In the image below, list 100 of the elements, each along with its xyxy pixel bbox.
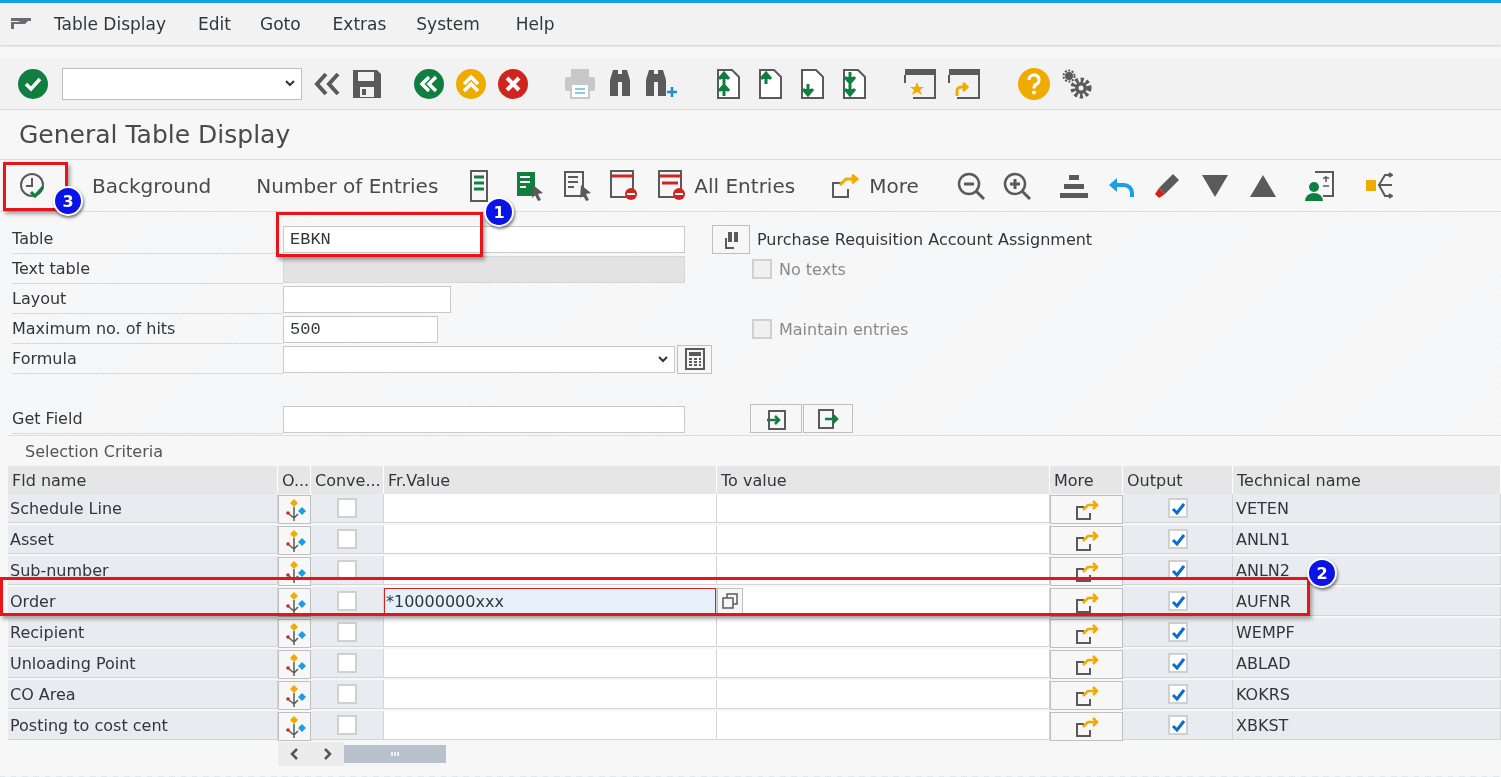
scrollbar-thumb[interactable] (344, 745, 446, 763)
multiple-selection-button[interactable] (1050, 619, 1123, 648)
selection-options-button[interactable] (278, 650, 311, 679)
checkbox[interactable] (1167, 529, 1188, 549)
checkbox[interactable] (1167, 653, 1188, 673)
back-icon[interactable] (414, 68, 444, 99)
menu-item[interactable]: Table Display (54, 14, 183, 34)
selection-options-button[interactable] (278, 681, 311, 710)
column-header[interactable]: Fr.Value (388, 470, 451, 490)
multiple-selection-button[interactable] (1050, 526, 1123, 555)
checkbox[interactable] (337, 529, 357, 549)
input-field[interactable]: 500 (283, 315, 438, 343)
zoom-out-icon[interactable] (956, 171, 985, 200)
branch-icon[interactable] (1364, 172, 1393, 199)
menu-item[interactable]: Edit (198, 14, 247, 34)
gears-icon[interactable] (1062, 68, 1092, 99)
delete-entry-icon[interactable] (610, 170, 639, 201)
export-arrow-icon (1074, 591, 1099, 614)
number-of-entries-button[interactable]: Number of Entries (256, 173, 439, 198)
checkbox[interactable] (1167, 591, 1188, 611)
checkbox[interactable] (337, 684, 357, 704)
menu-item[interactable]: Extras (332, 14, 403, 34)
chevron-right-icon (323, 748, 332, 760)
export-arrow-icon[interactable] (831, 172, 860, 199)
select-all-icon[interactable] (516, 170, 545, 201)
delete-all-icon[interactable] (658, 170, 687, 201)
check-circle-icon[interactable] (18, 68, 48, 99)
calculator-button[interactable] (677, 344, 712, 374)
input-field[interactable]: EBKN (283, 225, 685, 253)
input-field[interactable]: *10000000xxx (384, 587, 716, 615)
export-icon (817, 407, 839, 430)
checkbox[interactable] (337, 560, 357, 580)
command-field[interactable] (62, 67, 302, 100)
list-icon[interactable] (468, 169, 491, 202)
window-star-icon[interactable] (904, 67, 936, 100)
export-arrow-icon (1074, 684, 1099, 707)
multiple-selection-button[interactable] (717, 587, 743, 615)
multiple-selection-button[interactable] (1050, 495, 1123, 524)
all-entries-button[interactable]: All Entries (694, 173, 796, 198)
export-arrow-icon (1074, 622, 1099, 645)
selection-options-button[interactable] (278, 712, 311, 741)
check-icon (1170, 625, 1185, 639)
deselect-all-icon[interactable] (564, 170, 593, 201)
column-header[interactable]: Fld name (12, 470, 87, 490)
selection-options-button[interactable] (278, 526, 311, 555)
checkbox[interactable] (1167, 715, 1188, 735)
selection-options-button[interactable] (278, 495, 311, 524)
export-button[interactable] (803, 404, 853, 433)
checkbox[interactable] (337, 715, 357, 735)
checkbox[interactable] (1167, 560, 1188, 580)
save-icon[interactable] (352, 68, 382, 99)
search-help-button[interactable] (712, 224, 750, 254)
column-header[interactable]: To value (721, 470, 787, 490)
binoculars-plus-icon[interactable] (644, 68, 678, 99)
clock-check-icon[interactable] (18, 171, 46, 200)
zoom-in-icon[interactable] (1002, 171, 1031, 200)
check-icon (1170, 563, 1185, 577)
checkbox[interactable] (337, 591, 357, 611)
checkbox[interactable] (337, 498, 357, 518)
dropdown-field[interactable] (283, 345, 676, 373)
multiple-selection-button[interactable] (1050, 588, 1123, 617)
selection-options-button[interactable] (278, 619, 311, 648)
field-name-cell: Schedule Line (10, 498, 122, 518)
dropdown-caret-icon[interactable] (658, 355, 669, 363)
checkbox[interactable] (1167, 622, 1188, 642)
checkbox[interactable] (1167, 684, 1188, 704)
dropdown-caret-icon[interactable] (285, 80, 295, 87)
menu-item[interactable]: Goto (259, 14, 317, 34)
double-chevron-left-icon[interactable] (314, 71, 340, 96)
scroll-right-button[interactable] (311, 742, 344, 766)
multiple-selection-button[interactable] (1050, 681, 1123, 710)
field-label: Layout (12, 289, 67, 308)
field-name-cell: Unloading Point (10, 653, 136, 673)
export-arrow-icon (1074, 715, 1099, 738)
menu-icon[interactable] (10, 16, 34, 32)
checkbox[interactable] (1167, 498, 1188, 518)
check-icon (1170, 687, 1185, 701)
selection-options-button[interactable] (278, 588, 311, 617)
multiple-selection-button[interactable] (1050, 712, 1123, 741)
user-settings-icon[interactable] (1304, 170, 1335, 201)
checkbox[interactable] (337, 622, 357, 642)
checkbox[interactable] (337, 653, 357, 673)
triangle-down-icon[interactable] (1200, 172, 1229, 199)
multiple-selection-button[interactable] (1050, 650, 1123, 679)
input-field[interactable] (283, 405, 685, 433)
field-label: Text table (12, 259, 90, 278)
stack-icon[interactable] (1058, 172, 1089, 199)
window-arrow-icon[interactable] (948, 67, 980, 100)
input-field[interactable] (283, 285, 451, 313)
menu-item[interactable]: Help (515, 14, 571, 34)
background-button[interactable]: Background (92, 173, 212, 198)
scroll-left-button[interactable] (278, 742, 311, 766)
copy-icon (722, 593, 738, 609)
technical-name-cell: ANLN1 (1236, 529, 1290, 549)
menu-item[interactable]: System (416, 14, 496, 34)
pencil-icon[interactable] (1152, 171, 1181, 200)
cancel-icon[interactable] (498, 68, 528, 99)
import-button[interactable] (750, 404, 802, 433)
more-button[interactable]: More (869, 173, 919, 198)
grip-icon (391, 752, 399, 756)
